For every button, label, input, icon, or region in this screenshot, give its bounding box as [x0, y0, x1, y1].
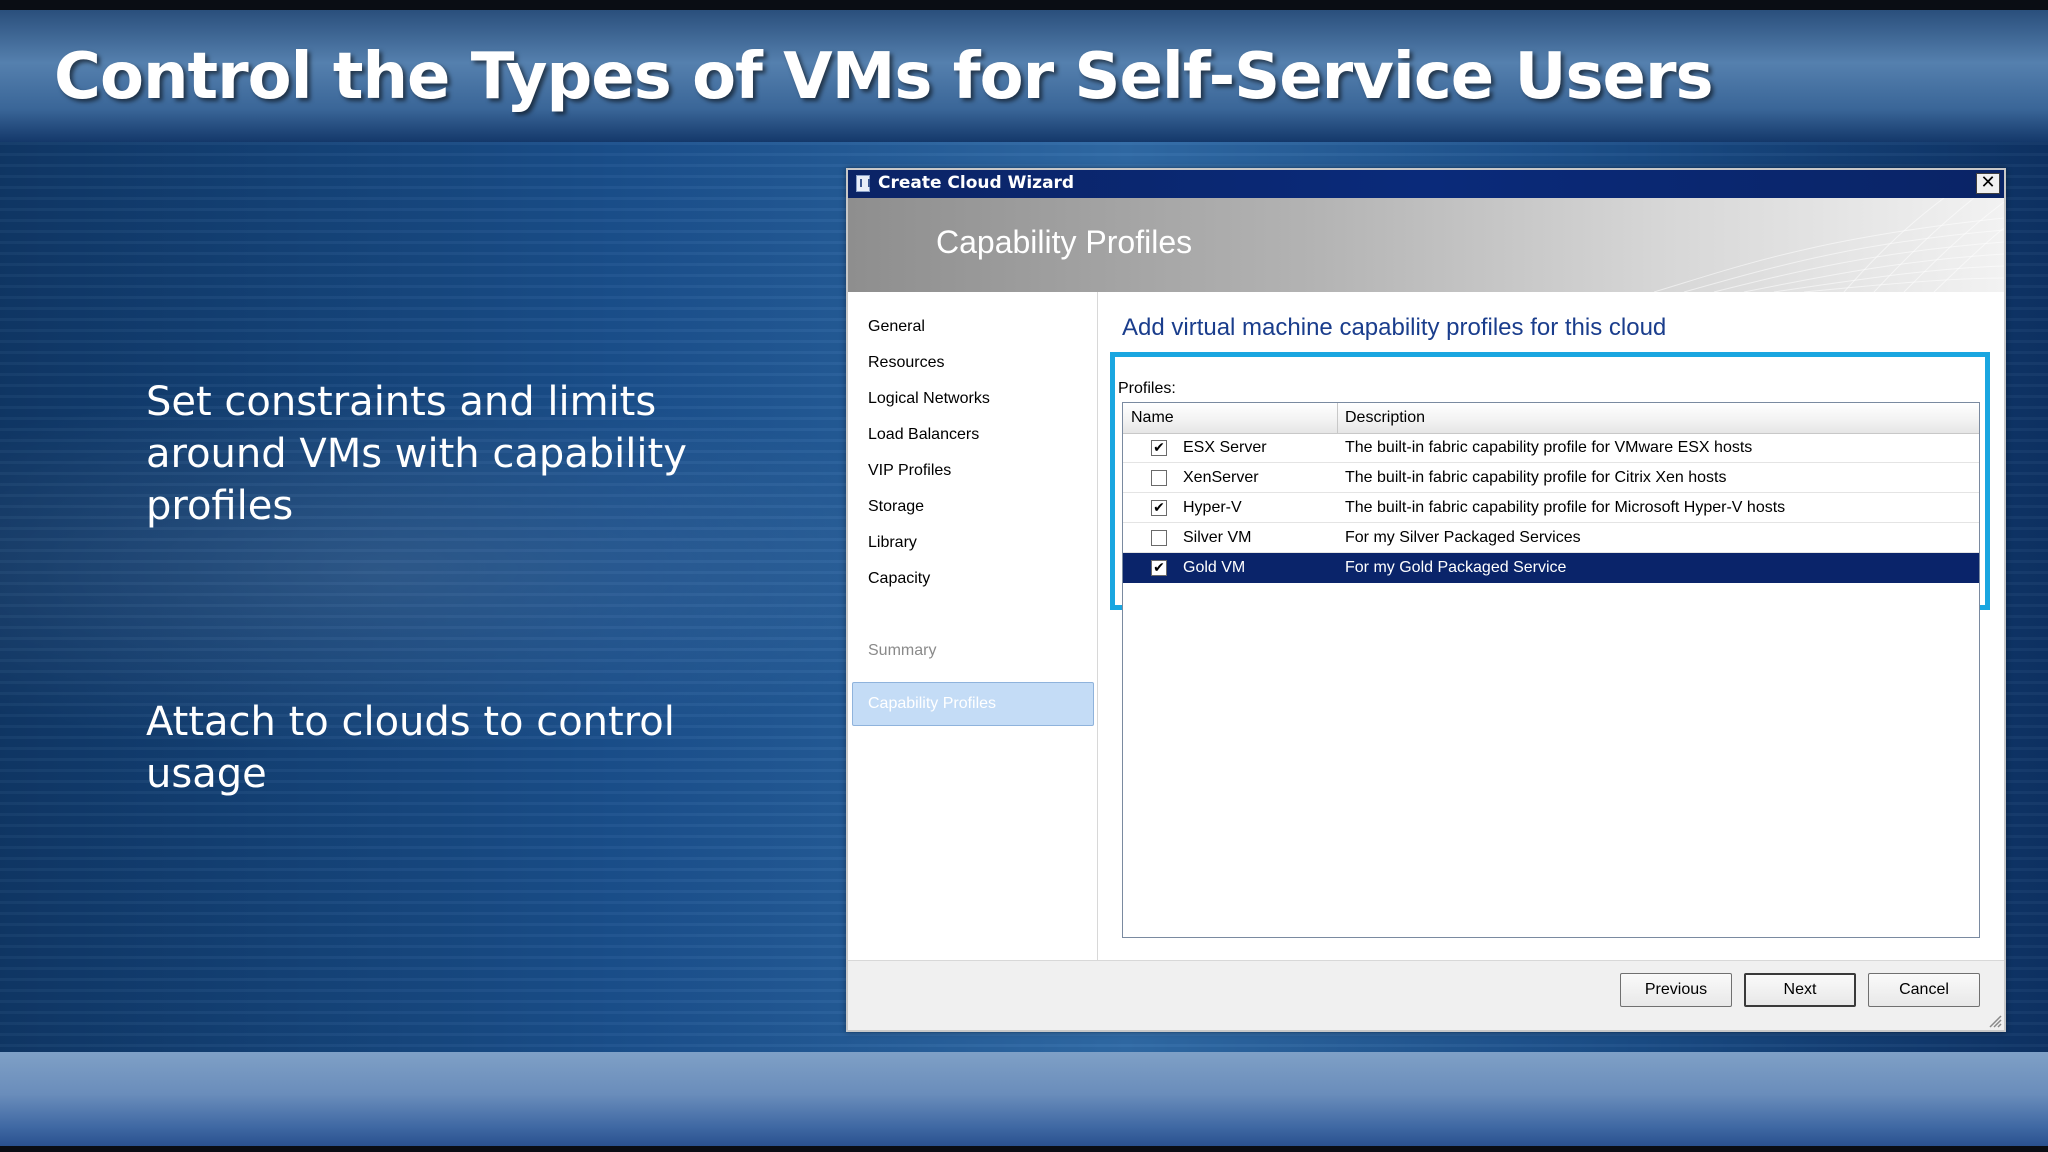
table-row[interactable]: XenServer The built-in fabric capability…: [1123, 463, 1979, 493]
wizard-footer: Previous Next Cancel: [848, 960, 2004, 1030]
bullet-constraints: Set constraints and limits around VMs wi…: [146, 379, 687, 529]
row-description: For my Gold Packaged Service: [1345, 559, 1567, 576]
nav-item-vip-profiles[interactable]: VIP Profiles: [868, 462, 951, 480]
bullet-attach: Attach to clouds to control usage: [146, 699, 675, 797]
resize-grip-icon[interactable]: [1986, 1012, 2002, 1028]
checkmark-icon: ✔: [1153, 440, 1165, 456]
nav-item-resources[interactable]: Resources: [868, 354, 944, 372]
row-name: ESX Server: [1183, 439, 1267, 456]
banner-wave-graphic: [1653, 198, 2004, 292]
nav-item-library[interactable]: Library: [868, 534, 917, 552]
table-row[interactable]: ✔ ESX Server The built-in fabric capabil…: [1123, 433, 1979, 463]
checkmark-icon: ✔: [1153, 560, 1165, 576]
wizard-titlebar[interactable]: Create Cloud Wizard ✕: [848, 170, 2004, 198]
column-header-name[interactable]: Name: [1131, 409, 1174, 427]
nav-item-load-balancers[interactable]: Load Balancers: [868, 426, 979, 444]
profiles-list[interactable]: Name Description ✔ ESX Server The built-…: [1122, 402, 1980, 938]
cancel-button[interactable]: Cancel: [1868, 973, 1980, 1007]
wizard-step-nav: General Resources Logical Networks Load …: [848, 292, 1098, 960]
row-description: The built-in fabric capability profile f…: [1345, 439, 1753, 456]
list-header: Name Description: [1123, 403, 1979, 434]
banner-title: Capability Profiles: [936, 224, 1193, 260]
nav-item-storage[interactable]: Storage: [868, 498, 924, 516]
nav-item-general[interactable]: General: [868, 318, 925, 336]
create-cloud-wizard-window: Create Cloud Wizard ✕ Capability Profile…: [846, 168, 2006, 1032]
checkmark-icon: ✔: [1153, 500, 1165, 516]
nav-item-label: Capability Profiles: [868, 695, 997, 712]
row-checkbox[interactable]: ✔: [1151, 500, 1167, 516]
column-header-description[interactable]: Description: [1345, 409, 1425, 427]
close-icon: ✕: [1980, 172, 1996, 193]
row-name: XenServer: [1183, 469, 1259, 486]
profiles-label: Profiles:: [1118, 380, 1176, 397]
row-name: Silver VM: [1183, 529, 1252, 546]
table-row-selected[interactable]: ✔ Gold VM For my Gold Packaged Service: [1123, 553, 1979, 583]
nav-item-capability-profiles[interactable]: Capability Profiles: [852, 682, 1094, 726]
row-description: The built-in fabric capability profile f…: [1345, 469, 1727, 486]
table-row[interactable]: Silver VM For my Silver Packaged Service…: [1123, 523, 1979, 553]
row-name: Hyper-V: [1183, 499, 1242, 516]
row-checkbox[interactable]: [1151, 470, 1167, 486]
row-checkbox[interactable]: [1151, 530, 1167, 546]
app-window-icon: [856, 175, 870, 192]
page-heading: Add virtual machine capability profiles …: [1122, 314, 1667, 341]
wizard-window-title: Create Cloud Wizard: [878, 173, 1075, 193]
wizard-content-pane: Add virtual machine capability profiles …: [1098, 292, 2004, 960]
slide-title: Control the Types of VMs for Self-Servic…: [54, 40, 1714, 114]
next-button[interactable]: Next: [1744, 973, 1856, 1007]
close-button[interactable]: ✕: [1976, 173, 2000, 194]
nav-item-summary: Summary: [868, 642, 937, 659]
row-description: For my Silver Packaged Services: [1345, 529, 1581, 546]
row-checkbox[interactable]: ✔: [1151, 560, 1167, 576]
nav-item-capacity[interactable]: Capacity: [868, 570, 930, 588]
slide-bottom-bar: [0, 1052, 2048, 1146]
wizard-banner: Capability Profiles: [848, 198, 2004, 292]
row-name: Gold VM: [1183, 559, 1246, 576]
column-divider[interactable]: [1337, 403, 1338, 433]
row-description: The built-in fabric capability profile f…: [1345, 499, 1786, 516]
table-row[interactable]: ✔ Hyper-V The built-in fabric capability…: [1123, 493, 1979, 523]
previous-button[interactable]: Previous: [1620, 973, 1732, 1007]
nav-item-logical-networks[interactable]: Logical Networks: [868, 390, 990, 408]
row-checkbox[interactable]: ✔: [1151, 440, 1167, 456]
